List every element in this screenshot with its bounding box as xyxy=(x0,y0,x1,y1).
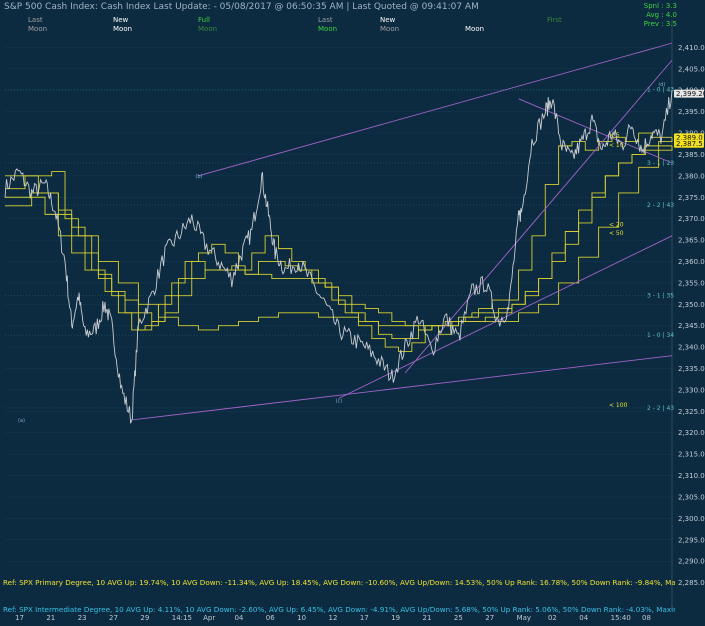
x-tick-label: 17 xyxy=(359,614,369,622)
price-chart: 2,285.00 2,290.00 2,295.00 2,300.00 2,305.00… xyxy=(4,20,705,610)
level-label: 2 - 2 | 43 xyxy=(647,405,674,412)
y-tick-label: 2,335.00 xyxy=(678,365,705,373)
y-tick-label: 2,300.00 xyxy=(678,515,705,523)
trendline xyxy=(518,98,673,164)
moving-average-10 xyxy=(5,145,672,339)
x-tick-label: 23 xyxy=(77,614,87,622)
price-callout-text: 2,399.20 xyxy=(676,90,705,98)
x-tick-label: 04 xyxy=(579,614,589,622)
x-tick-label: 15:40 xyxy=(610,614,631,622)
y-tick-label: 2,310.00 xyxy=(678,472,705,480)
y-tick-label: 2,405.00 xyxy=(678,65,705,73)
y-tick-label: 2,345.00 xyxy=(678,322,705,330)
ma-label: < 10 xyxy=(609,142,624,149)
x-tick-label: 29 xyxy=(140,614,150,622)
y-tick-label: 2,360.00 xyxy=(678,258,705,266)
x-tick-label: 27 xyxy=(109,614,118,622)
x-tick-label: May xyxy=(516,614,532,622)
ma-label: < 20 xyxy=(609,222,624,229)
intermediate-degree-ref: Ref: SPX Intermediate Degree, 10 AVG Up:… xyxy=(3,605,675,614)
y-tick-label: 2,330.00 xyxy=(678,386,705,394)
level-label: 3 - 1 | 35 xyxy=(647,293,674,300)
y-tick-label: 2,380.00 xyxy=(678,172,705,180)
x-tick-label: 04 xyxy=(234,614,244,622)
y-tick-label: 2,320.00 xyxy=(678,429,705,437)
wave-label: (d) xyxy=(658,82,665,88)
y-tick-label: 2,290.00 xyxy=(678,558,705,566)
ma-label: < 5 xyxy=(609,132,620,139)
chart-window: S&P 500 Cash Index: Cash Index Last Upda… xyxy=(0,0,705,626)
y-tick-label: 2,325.00 xyxy=(678,408,705,416)
moving-average-5 xyxy=(5,132,672,352)
y-tick-label: 2,285.00 xyxy=(678,579,705,587)
x-tick-label: 21 xyxy=(422,614,432,622)
x-tick-label: Apr xyxy=(203,614,216,622)
x-tick-label: 25 xyxy=(453,614,463,622)
y-tick-label: 2,350.00 xyxy=(678,301,705,309)
y-tick-label: 2,410.00 xyxy=(678,44,705,52)
x-tick-label: 06 xyxy=(265,614,275,622)
y-tick-label: 2,305.00 xyxy=(678,493,705,501)
price-callout-text: 2,387.5 xyxy=(676,140,703,148)
x-tick-label: 17 xyxy=(15,614,24,622)
ma-label: < 50 xyxy=(609,230,624,237)
trendline xyxy=(198,42,673,177)
x-tick-label: 27 xyxy=(485,614,495,622)
x-tick-label: 10 xyxy=(297,614,307,622)
y-tick-label: 2,355.00 xyxy=(678,279,705,287)
x-tick-label: 14:15 xyxy=(171,614,192,622)
level-label: 2 - 2 | 43 xyxy=(647,202,674,209)
y-tick-label: 2,370.00 xyxy=(678,215,705,223)
y-tick-label: 2,395.00 xyxy=(678,108,705,116)
level-label: 3 - 1 | 23 xyxy=(647,160,674,167)
price-line xyxy=(4,90,673,424)
ma-label: < 100 xyxy=(609,402,628,409)
level-label: 1 - 0 | 34 xyxy=(647,332,674,339)
wave-label: (c) xyxy=(336,399,343,405)
x-tick-label: 12 xyxy=(328,614,338,622)
x-tick-label: 21 xyxy=(46,614,56,622)
y-tick-label: 2,385.00 xyxy=(678,151,705,159)
wave-label: (a) xyxy=(18,418,25,424)
y-tick-label: 2,365.00 xyxy=(678,237,705,245)
trendline xyxy=(131,355,673,421)
y-tick-label: 2,375.00 xyxy=(678,194,705,202)
y-tick-label: 2,340.00 xyxy=(678,344,705,352)
x-tick-label: 08 xyxy=(642,614,651,622)
y-tick-label: 2,315.00 xyxy=(678,451,705,459)
wave-label: (b) xyxy=(195,174,202,180)
x-tick-label: 19 xyxy=(391,614,401,622)
primary-degree-ref: Ref: SPX Primary Degree, 10 AVG Up: 19.7… xyxy=(3,578,675,587)
x-tick-label: 02 xyxy=(547,614,557,622)
y-tick-label: 2,295.00 xyxy=(678,536,705,544)
